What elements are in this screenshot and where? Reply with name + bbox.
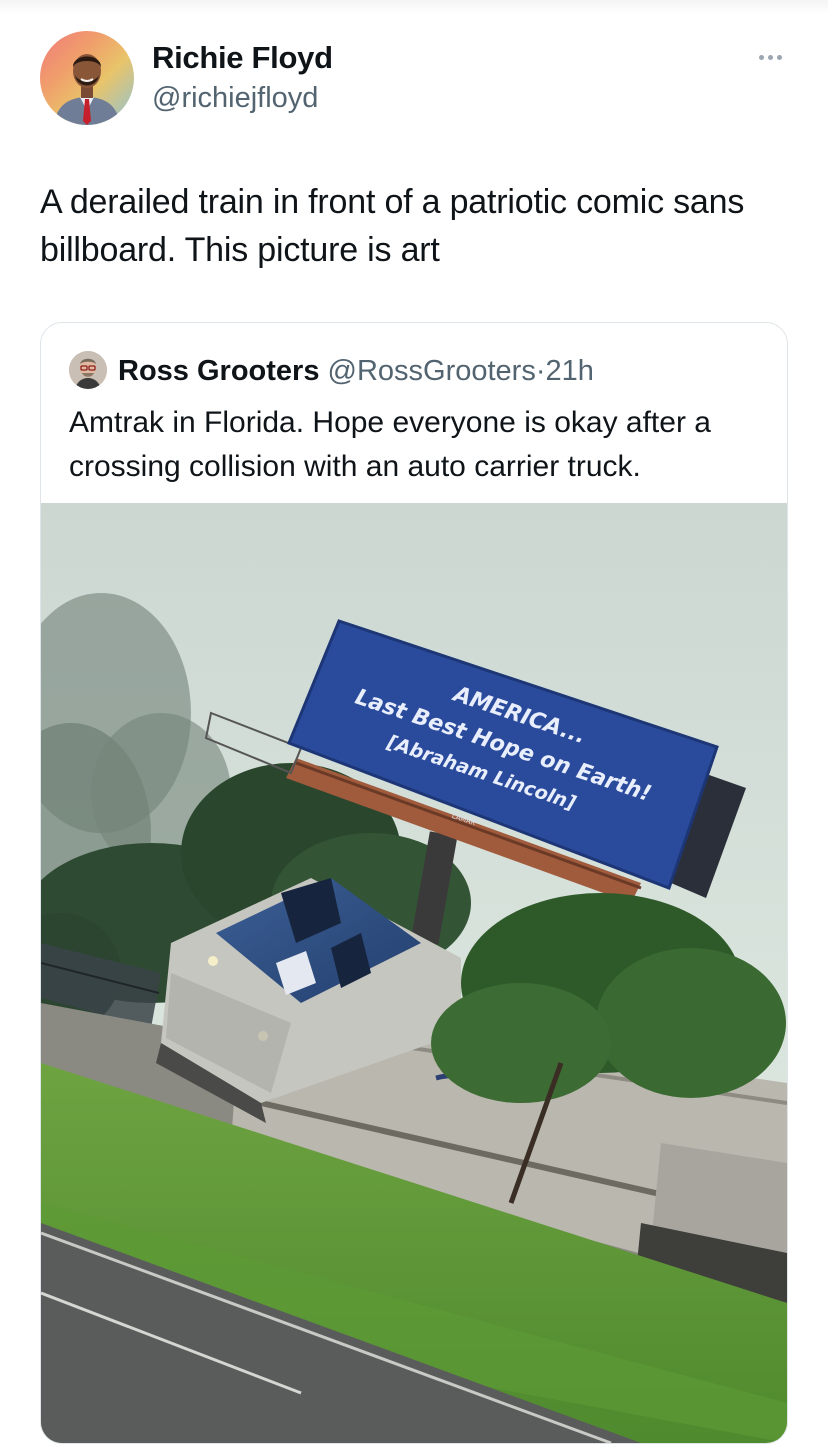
quoted-separator: · (535, 355, 546, 387)
quoted-tweet-text: Amtrak in Florida. Hope everyone is okay… (69, 406, 711, 483)
author-avatar[interactable] (40, 31, 134, 125)
dot (767, 54, 773, 60)
quoted-tweet-card[interactable]: Ross Grooters @RossGrooters·21h Amtrak i… (40, 322, 788, 1444)
quoted-handle[interactable]: @RossGrooters (328, 355, 536, 387)
quoted-author-avatar[interactable] (69, 351, 107, 389)
tweet-text: A derailed train in front of a patriotic… (40, 183, 745, 269)
author-display-name[interactable]: Richie Floyd (152, 40, 333, 76)
quoted-photo[interactable]: AMERICA... Last Best Hope on Earth! [Abr… (41, 503, 787, 1443)
author-handle[interactable]: @richiejfloyd (152, 82, 318, 115)
more-options-icon[interactable] (750, 44, 790, 70)
quoted-header: Ross Grooters @RossGrooters·21h (118, 351, 594, 391)
dot (776, 54, 782, 60)
dot (758, 54, 764, 60)
profile-photo-icon (54, 54, 120, 125)
quoted-display-name[interactable]: Ross Grooters (118, 355, 319, 387)
train-billboard-photo: AMERICA... Last Best Hope on Earth! [Abr… (41, 503, 787, 1443)
profile-photo-icon (69, 351, 107, 389)
top-edge (0, 0, 828, 14)
quoted-timestamp[interactable]: 21h (546, 355, 594, 387)
